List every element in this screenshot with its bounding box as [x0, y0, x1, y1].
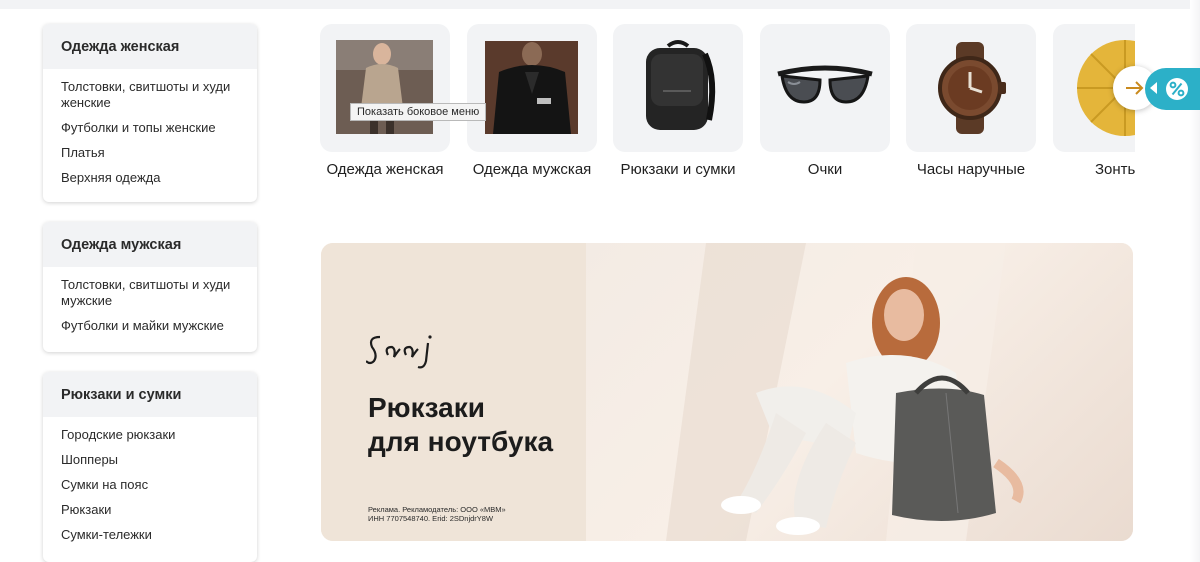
category-women[interactable]: Одежда женская: [320, 24, 450, 178]
sidebar-link[interactable]: Городские рюкзаки: [61, 427, 239, 443]
sidebar-card-title[interactable]: Рюкзаки и сумки: [43, 372, 257, 417]
banner-photo: [586, 243, 1133, 541]
category-label: Часы наручные: [916, 161, 1026, 178]
category-label: Одежда мужская: [472, 161, 592, 178]
category-bags[interactable]: Рюкзаки и сумки: [613, 24, 743, 178]
sidebar-link[interactable]: Рюкзаки: [61, 502, 239, 518]
category-label: Одежда женская: [326, 161, 444, 178]
sidebar-card-title[interactable]: Одежда мужская: [43, 222, 257, 267]
sidebar-link[interactable]: Толстовки, свитшоты и худи женские: [61, 79, 239, 111]
sidebar-link[interactable]: Шопперы: [61, 452, 239, 468]
category-men[interactable]: Одежда мужская: [467, 24, 597, 178]
women-clothing-photo-icon: [320, 24, 450, 152]
sidebar-card-title[interactable]: Одежда женская: [43, 24, 257, 69]
sidebar-card-bags: Рюкзаки и сумки Городские рюкзаки Шоппер…: [43, 372, 257, 562]
percent-icon: [1165, 78, 1188, 100]
sunglasses-photo-icon: [760, 24, 890, 152]
top-strip: [0, 0, 1200, 9]
chevron-left-icon: [1150, 82, 1157, 94]
banner-title-line: для ноутбука: [368, 426, 554, 457]
sidebar-link[interactable]: Сумки на пояс: [61, 477, 239, 493]
promo-banner[interactable]: Рюкзаки для ноутбука Реклама. Рекламодат…: [321, 243, 1133, 541]
category-glasses[interactable]: Очки: [760, 24, 890, 178]
ad-disclaimer-line: ИНН 7707548740. Erid: 2SDnjdrY8W: [368, 514, 494, 523]
ad-disclaimer-line: Реклама. Рекламодатель: ООО «МВМ»: [368, 505, 506, 514]
discount-tab[interactable]: [1145, 68, 1200, 110]
category-label: Рюкзаки и сумки: [620, 161, 736, 178]
banner-title-line: Рюкзаки: [368, 392, 485, 423]
sidebar-link[interactable]: Платья: [61, 145, 239, 161]
sidebar-link[interactable]: Сумки-тележки: [61, 527, 239, 543]
tooltip-show-side-menu: Показать боковое меню: [350, 103, 487, 121]
sidebar-card-men: Одежда мужская Толстовки, свитшоты и худ…: [43, 222, 257, 352]
arrow-right-icon: [1126, 81, 1144, 95]
banner-title: Рюкзаки для ноутбука: [368, 391, 553, 459]
sidebar-link[interactable]: Толстовки, свитшоты и худи мужские: [61, 277, 239, 309]
sidebar-link[interactable]: Футболки и майки мужские: [61, 318, 239, 334]
men-clothing-photo-icon: [467, 24, 597, 152]
category-umbrellas[interactable]: Зонть: [1053, 24, 1135, 194]
category-watches[interactable]: Часы наручные: [906, 24, 1036, 178]
sidebar-card-women: Одежда женская Толстовки, свитшоты и худ…: [43, 24, 257, 202]
ad-disclaimer: Реклама. Рекламодатель: ООО «МВМ» ИНН 77…: [368, 505, 568, 523]
sidebar-link[interactable]: Верхняя одежда: [61, 170, 239, 186]
brand-logo: [366, 335, 432, 369]
category-label: Зонть: [1095, 161, 1135, 178]
sidebar-link[interactable]: Футболки и топы женские: [61, 120, 239, 136]
backpack-photo-icon: [613, 24, 743, 152]
category-label: Очки: [807, 161, 843, 178]
wristwatch-photo-icon: [906, 24, 1036, 152]
banner-text-panel: Рюкзаки для ноутбука Реклама. Рекламодат…: [321, 243, 586, 541]
